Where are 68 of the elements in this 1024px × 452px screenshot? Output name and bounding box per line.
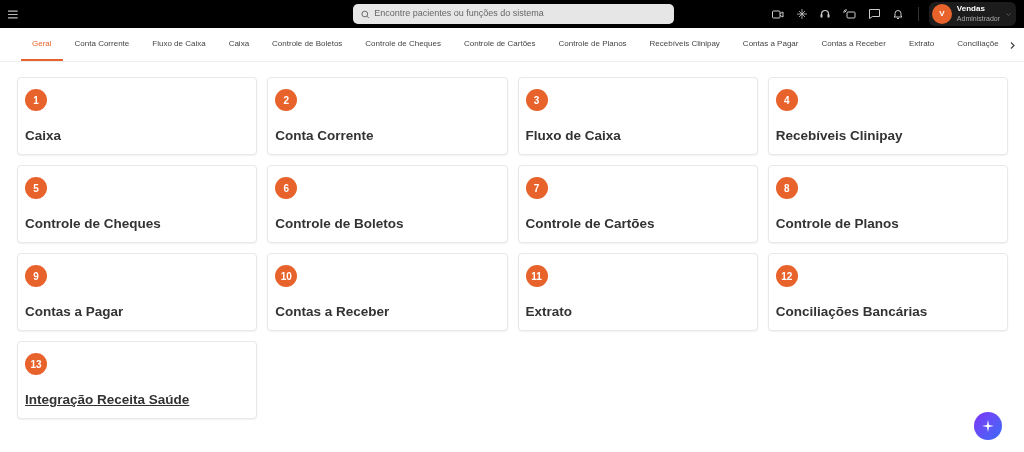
tab[interactable]: Contas a Receber bbox=[810, 28, 897, 61]
chevron-right-icon[interactable] bbox=[1010, 42, 1015, 49]
module-card[interactable]: 2 Conta Corrente bbox=[267, 77, 508, 155]
module-card[interactable]: 7 Controle de Cartões bbox=[517, 165, 758, 243]
number-badge: 12 bbox=[775, 265, 798, 287]
number-badge: 9 bbox=[25, 265, 47, 287]
number-badge: 4 bbox=[775, 89, 798, 111]
menu-icon[interactable] bbox=[8, 9, 18, 19]
assistant-button[interactable] bbox=[974, 412, 1002, 440]
number-badge: 2 bbox=[275, 89, 298, 111]
module-card[interactable]: 5 Controle de Cheques bbox=[17, 165, 258, 243]
screen-share-icon[interactable] bbox=[842, 8, 856, 20]
card-title: Integração Receita Saúde bbox=[25, 391, 190, 409]
chevron-down-icon bbox=[1006, 12, 1011, 16]
tab[interactable]: Geral bbox=[21, 28, 63, 61]
module-card[interactable]: 13 Integração Receita Saúde bbox=[17, 341, 258, 419]
module-card[interactable]: 8 Controle de Planos bbox=[767, 165, 1008, 243]
tab[interactable]: Controle de Cartões bbox=[452, 28, 547, 61]
sparkle-icon bbox=[982, 420, 994, 432]
card-title: Controle de Cartões bbox=[525, 215, 655, 233]
tab[interactable]: Fluxo de Caixa bbox=[141, 28, 217, 61]
number-badge: 11 bbox=[525, 265, 548, 287]
tab[interactable]: Caixa bbox=[217, 28, 261, 61]
module-card[interactable]: 1 Caixa bbox=[17, 77, 258, 155]
card-title: Extrato bbox=[525, 303, 572, 321]
card-title: Contas a Receber bbox=[275, 303, 390, 321]
tab[interactable]: Controle de Planos bbox=[547, 28, 638, 61]
card-title: Recebíveis Clinipay bbox=[775, 127, 903, 145]
user-name: Vendas bbox=[956, 4, 986, 14]
number-badge: 7 bbox=[525, 177, 548, 199]
chat-icon[interactable] bbox=[868, 9, 880, 19]
card-title: Conta Corrente bbox=[275, 127, 374, 145]
card-title: Fluxo de Caixa bbox=[525, 127, 621, 145]
tab[interactable]: Conta Corrente bbox=[63, 28, 141, 61]
card-title: Contas a Pagar bbox=[25, 303, 124, 321]
number-badge: 10 bbox=[275, 265, 298, 287]
number-badge: 8 bbox=[775, 177, 798, 199]
module-card[interactable]: 12 Conciliações Bancárias bbox=[767, 253, 1008, 331]
module-card[interactable]: 3 Fluxo de Caixa bbox=[517, 77, 758, 155]
tab[interactable]: Controle de Cheques bbox=[354, 28, 452, 61]
card-title: Caixa bbox=[25, 127, 62, 145]
tab[interactable]: Extrato bbox=[897, 28, 946, 61]
module-card[interactable]: 6 Controle de Boletos bbox=[267, 165, 508, 243]
sparkle-icon[interactable] bbox=[796, 9, 807, 19]
card-title: Controle de Cheques bbox=[25, 215, 161, 233]
card-title: Controle de Boletos bbox=[275, 215, 404, 233]
video-camera-icon[interactable] bbox=[771, 9, 784, 19]
number-badge: 6 bbox=[275, 177, 298, 199]
bell-icon[interactable] bbox=[892, 8, 903, 20]
tab[interactable]: Conciliaçõe bbox=[946, 28, 1010, 61]
number-badge: 1 bbox=[25, 89, 47, 111]
number-badge: 5 bbox=[25, 177, 47, 199]
module-card[interactable]: 10 Contas a Receber bbox=[267, 253, 508, 331]
card-title: Conciliações Bancárias bbox=[775, 303, 928, 321]
search-input: Encontre pacientes ou funções do sistema bbox=[374, 7, 666, 21]
number-badge: 3 bbox=[525, 89, 548, 111]
user-avatar: V bbox=[931, 4, 952, 24]
headset-icon[interactable] bbox=[819, 9, 830, 19]
tab[interactable]: Contas a Pagar bbox=[731, 28, 810, 61]
tab[interactable]: Controle de Boletos bbox=[261, 28, 354, 61]
search-field[interactable]: Encontre pacientes ou funções do sistema bbox=[352, 4, 674, 24]
module-card[interactable]: 11 Extrato bbox=[517, 253, 758, 331]
number-badge: 13 bbox=[25, 353, 47, 375]
tab[interactable]: Recebíveis Clinipay bbox=[638, 28, 731, 61]
module-card[interactable]: 4 Recebíveis Clinipay bbox=[767, 77, 1008, 155]
card-title: Controle de Planos bbox=[775, 215, 899, 233]
search-icon bbox=[360, 9, 370, 19]
module-card[interactable]: 9 Contas a Pagar bbox=[17, 253, 258, 331]
